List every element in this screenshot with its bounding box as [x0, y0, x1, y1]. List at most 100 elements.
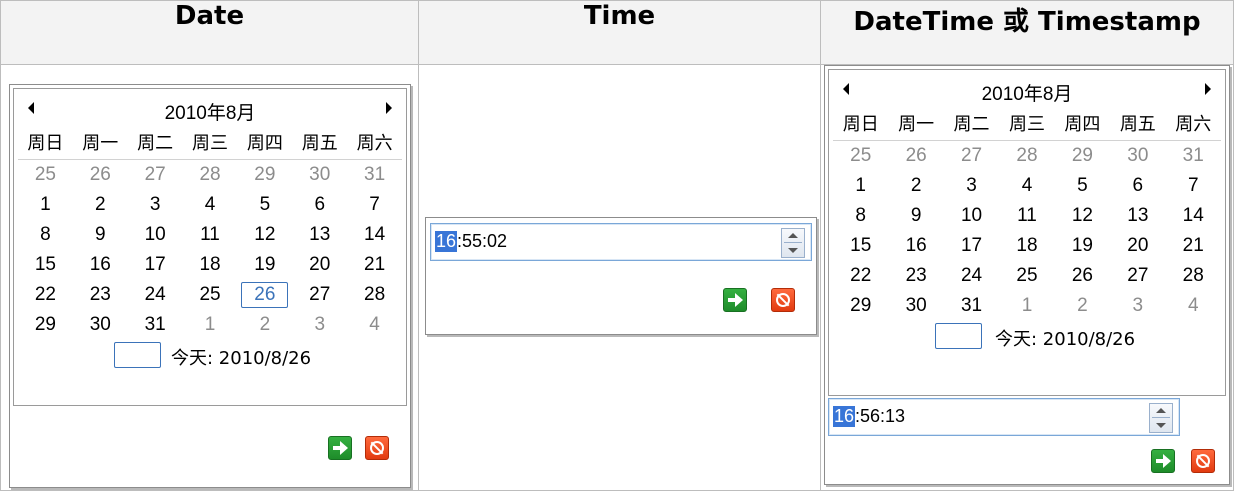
- day-cell[interactable]: 9: [73, 220, 128, 250]
- day-cell[interactable]: 31: [347, 160, 402, 190]
- day-cell[interactable]: 1: [999, 291, 1054, 321]
- next-month-icon[interactable]: [386, 102, 392, 114]
- day-cell[interactable]: 13: [1110, 201, 1165, 231]
- day-cell[interactable]: 3: [944, 171, 999, 201]
- day-cell[interactable]: 1: [833, 171, 888, 201]
- day-cell[interactable]: 4: [999, 171, 1054, 201]
- day-cell[interactable]: 6: [1110, 171, 1165, 201]
- day-cell[interactable]: 12: [1055, 201, 1110, 231]
- day-cell[interactable]: 2: [1055, 291, 1110, 321]
- day-cell[interactable]: 10: [128, 220, 183, 250]
- next-month-icon[interactable]: [1205, 83, 1211, 95]
- day-cell[interactable]: 12: [237, 220, 292, 250]
- spin-up-icon[interactable]: [1156, 408, 1166, 413]
- datetime-time-field[interactable]: 16 :56:13: [828, 398, 1180, 436]
- day-cell[interactable]: 8: [833, 201, 888, 231]
- day-cell[interactable]: 27: [128, 160, 183, 190]
- day-cell[interactable]: 2: [73, 190, 128, 220]
- day-cell[interactable]: 20: [292, 250, 347, 280]
- arrow-right-icon[interactable]: [723, 288, 747, 312]
- spin-up-icon[interactable]: [788, 233, 798, 238]
- day-cell[interactable]: 20: [1110, 231, 1165, 261]
- day-cell[interactable]: 14: [1166, 201, 1221, 231]
- day-cell[interactable]: 25: [183, 280, 238, 310]
- day-cell[interactable]: 3: [292, 310, 347, 340]
- day-cell[interactable]: 4: [347, 310, 402, 340]
- day-cell[interactable]: 1: [18, 190, 73, 220]
- day-cell[interactable]: 26: [237, 280, 292, 310]
- time-hours[interactable]: 16: [833, 406, 856, 427]
- day-cell[interactable]: 21: [1166, 231, 1221, 261]
- day-cell[interactable]: 26: [888, 141, 943, 171]
- day-cell[interactable]: 10: [944, 201, 999, 231]
- spin-down-icon[interactable]: [1156, 423, 1166, 428]
- day-cell[interactable]: 16: [888, 231, 943, 261]
- day-cell[interactable]: 25: [833, 141, 888, 171]
- day-cell[interactable]: 30: [73, 310, 128, 340]
- day-cell[interactable]: 31: [1166, 141, 1221, 171]
- day-cell[interactable]: 21: [347, 250, 402, 280]
- day-cell[interactable]: 2: [237, 310, 292, 340]
- day-cell[interactable]: 18: [999, 231, 1054, 261]
- day-cell[interactable]: 17: [944, 231, 999, 261]
- day-cell[interactable]: 15: [18, 250, 73, 280]
- day-cell[interactable]: 22: [18, 280, 73, 310]
- day-cell[interactable]: 6: [292, 190, 347, 220]
- today-swatch[interactable]: [935, 323, 982, 349]
- arrow-right-icon[interactable]: [1151, 449, 1175, 473]
- day-cell[interactable]: 18: [183, 250, 238, 280]
- day-cell[interactable]: 29: [18, 310, 73, 340]
- day-cell[interactable]: 31: [944, 291, 999, 321]
- day-cell[interactable]: 3: [1110, 291, 1165, 321]
- no-entry-icon[interactable]: [1191, 449, 1215, 473]
- day-cell[interactable]: 17: [128, 250, 183, 280]
- day-cell[interactable]: 1: [183, 310, 238, 340]
- day-cell[interactable]: 28: [999, 141, 1054, 171]
- day-cell[interactable]: 29: [237, 160, 292, 190]
- today-label[interactable]: 今天: 2010/8/26: [171, 344, 311, 370]
- today-swatch[interactable]: [114, 342, 161, 368]
- day-cell[interactable]: 26: [1055, 261, 1110, 291]
- day-cell[interactable]: 4: [183, 190, 238, 220]
- day-cell[interactable]: 30: [1110, 141, 1165, 171]
- day-cell[interactable]: 15: [833, 231, 888, 261]
- day-cell[interactable]: 11: [999, 201, 1054, 231]
- day-cell[interactable]: 7: [347, 190, 402, 220]
- day-cell[interactable]: 30: [888, 291, 943, 321]
- day-cell[interactable]: 30: [292, 160, 347, 190]
- day-cell[interactable]: 13: [292, 220, 347, 250]
- day-cell[interactable]: 31: [128, 310, 183, 340]
- day-cell[interactable]: 26: [73, 160, 128, 190]
- day-cell[interactable]: 23: [888, 261, 943, 291]
- day-cell[interactable]: 5: [1055, 171, 1110, 201]
- day-cell[interactable]: 11: [183, 220, 238, 250]
- time-hours[interactable]: 16: [435, 231, 458, 252]
- arrow-right-icon[interactable]: [328, 436, 352, 460]
- day-cell[interactable]: 23: [73, 280, 128, 310]
- time-spinner[interactable]: [781, 228, 805, 258]
- day-cell[interactable]: 27: [1110, 261, 1165, 291]
- day-cell[interactable]: 3: [128, 190, 183, 220]
- spin-down-icon[interactable]: [788, 248, 798, 253]
- day-cell[interactable]: 24: [944, 261, 999, 291]
- day-cell[interactable]: 7: [1166, 171, 1221, 201]
- day-cell[interactable]: 14: [347, 220, 402, 250]
- no-entry-icon[interactable]: [771, 288, 795, 312]
- day-cell[interactable]: 9: [888, 201, 943, 231]
- day-cell[interactable]: 28: [1166, 261, 1221, 291]
- day-cell[interactable]: 24: [128, 280, 183, 310]
- day-cell[interactable]: 27: [292, 280, 347, 310]
- day-cell[interactable]: 5: [237, 190, 292, 220]
- day-cell[interactable]: 28: [183, 160, 238, 190]
- day-cell[interactable]: 22: [833, 261, 888, 291]
- day-cell[interactable]: 25: [999, 261, 1054, 291]
- day-cell[interactable]: 29: [833, 291, 888, 321]
- day-cell[interactable]: 27: [944, 141, 999, 171]
- no-entry-icon[interactable]: [365, 436, 389, 460]
- day-cell[interactable]: 4: [1166, 291, 1221, 321]
- day-cell[interactable]: 19: [237, 250, 292, 280]
- today-label[interactable]: 今天: 2010/8/26: [995, 325, 1135, 351]
- day-cell[interactable]: 25: [18, 160, 73, 190]
- day-cell[interactable]: 8: [18, 220, 73, 250]
- day-cell[interactable]: 29: [1055, 141, 1110, 171]
